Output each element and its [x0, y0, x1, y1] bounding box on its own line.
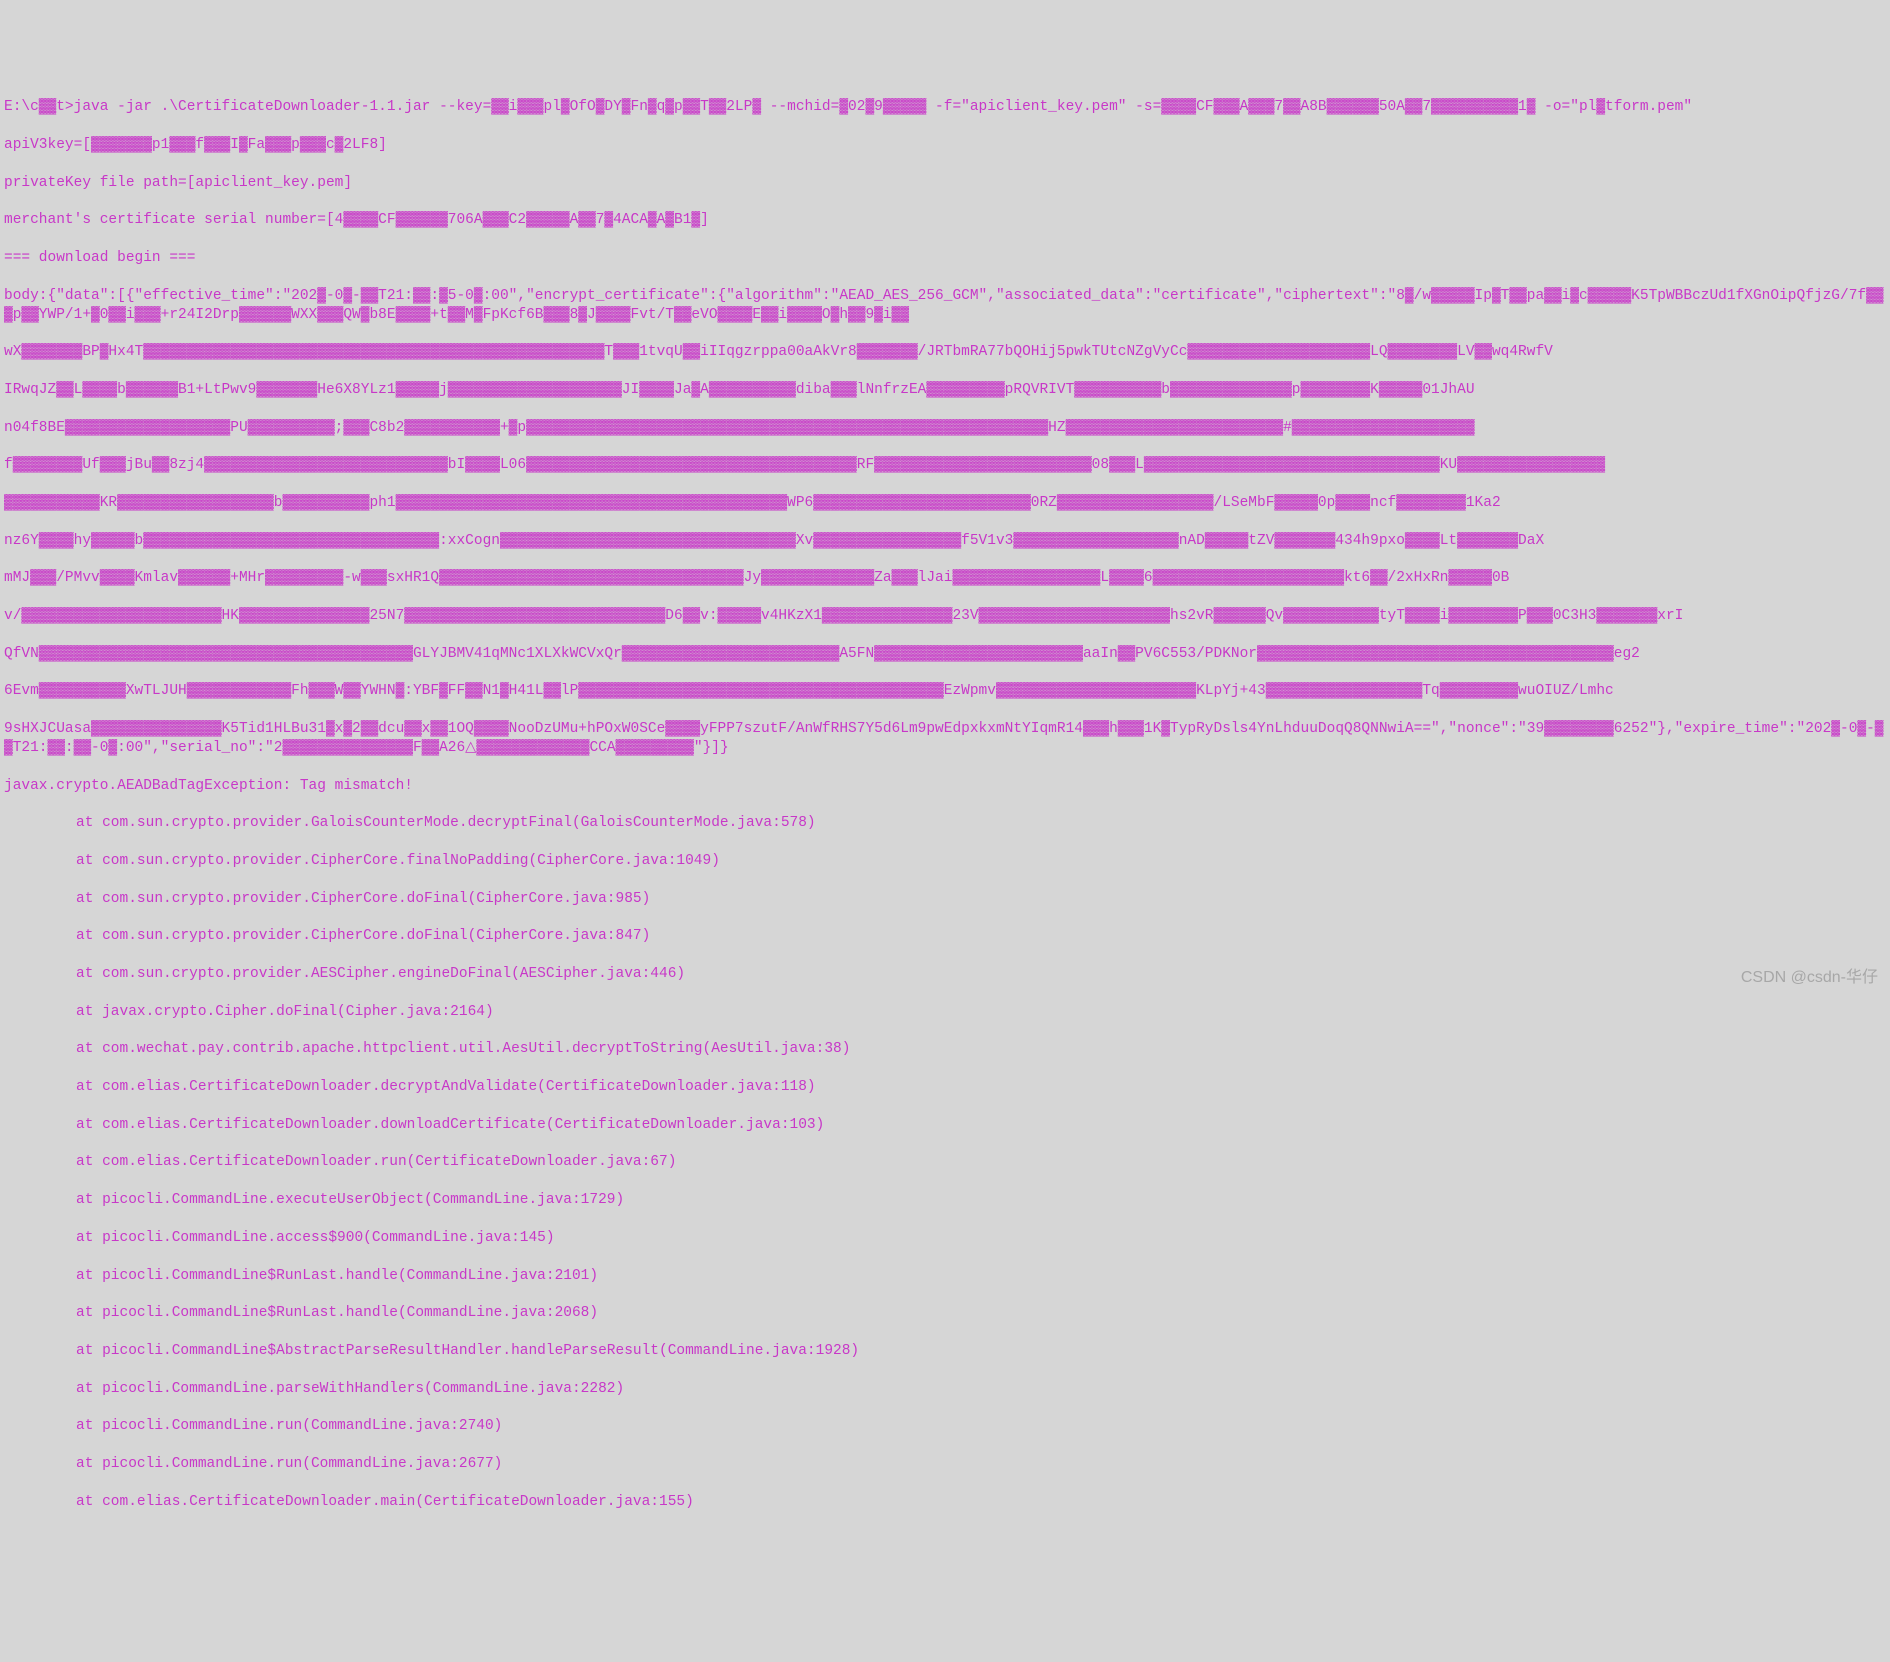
stack-trace-line: at com.elias.CertificateDownloader.run(C…	[4, 1153, 1886, 1172]
merchant-cert-line: merchant's certificate serial number=[4▓…	[4, 211, 1886, 230]
download-begin-line: === download begin ===	[4, 249, 1886, 268]
stack-trace-line: at com.sun.crypto.provider.CipherCore.fi…	[4, 852, 1886, 871]
watermark: CSDN @csdn-华仔	[1741, 968, 1878, 989]
body-blur-line-5: ▓▓▓▓▓▓▓▓▓▓▓KR▓▓▓▓▓▓▓▓▓▓▓▓▓▓▓▓▓▓b▓▓▓▓▓▓▓▓…	[4, 494, 1886, 513]
body-blur-line-4: f▓▓▓▓▓▓▓▓Uf▓▓▓jBu▓▓8zj4▓▓▓▓▓▓▓▓▓▓▓▓▓▓▓▓▓…	[4, 456, 1886, 475]
stack-trace-line: at com.sun.crypto.provider.CipherCore.do…	[4, 890, 1886, 909]
stack-trace-line: at com.elias.CertificateDownloader.main(…	[4, 1493, 1886, 1512]
body-blur-line-9: QfVN▓▓▓▓▓▓▓▓▓▓▓▓▓▓▓▓▓▓▓▓▓▓▓▓▓▓▓▓▓▓▓▓▓▓▓▓…	[4, 645, 1886, 664]
exception-line: javax.crypto.AEADBadTagException: Tag mi…	[4, 777, 1886, 796]
body-blur-line-6: nz6Y▓▓▓▓hy▓▓▓▓▓b▓▓▓▓▓▓▓▓▓▓▓▓▓▓▓▓▓▓▓▓▓▓▓▓…	[4, 532, 1886, 551]
stack-trace-line: at com.sun.crypto.provider.CipherCore.do…	[4, 927, 1886, 946]
stack-trace-line: at picocli.CommandLine$RunLast.handle(Co…	[4, 1267, 1886, 1286]
stack-trace-line: at com.sun.crypto.provider.GaloisCounter…	[4, 814, 1886, 833]
stack-trace-line: at picocli.CommandLine.parseWithHandlers…	[4, 1380, 1886, 1399]
stack-trace-line: at com.sun.crypto.provider.AESCipher.eng…	[4, 965, 1886, 984]
stack-trace-line: at picocli.CommandLine$AbstractParseResu…	[4, 1342, 1886, 1361]
stack-trace-line: at javax.crypto.Cipher.doFinal(Cipher.ja…	[4, 1003, 1886, 1022]
body-blur-line-8: v/▓▓▓▓▓▓▓▓▓▓▓▓▓▓▓▓▓▓▓▓▓▓▓HK▓▓▓▓▓▓▓▓▓▓▓▓▓…	[4, 607, 1886, 626]
body-blur-line-2: IRwqJZ▓▓L▓▓▓▓b▓▓▓▓▓▓B1+LtPwv9▓▓▓▓▓▓▓He6X…	[4, 381, 1886, 400]
stack-trace-line: at com.wechat.pay.contrib.apache.httpcli…	[4, 1040, 1886, 1059]
body-start-line: body:{"data":[{"effective_time":"202▓-0▓…	[4, 287, 1886, 325]
body-blur-line-10: 6Evm▓▓▓▓▓▓▓▓▓▓XwTLJUH▓▓▓▓▓▓▓▓▓▓▓▓Fh▓▓▓W▓…	[4, 682, 1886, 701]
stack-trace-line: at picocli.CommandLine$RunLast.handle(Co…	[4, 1304, 1886, 1323]
command-line: E:\c▓▓t>java -jar .\CertificateDownloade…	[4, 98, 1886, 117]
private-key-line: privateKey file path=[apiclient_key.pem]	[4, 174, 1886, 193]
stack-trace-line: at picocli.CommandLine.run(CommandLine.j…	[4, 1455, 1886, 1474]
body-end-line: 9sHXJCUasa▓▓▓▓▓▓▓▓▓▓▓▓▓▓▓K5Tid1HLBu31▓x▓…	[4, 720, 1886, 758]
body-blur-line-7: mMJ▓▓▓/PMvv▓▓▓▓Kmlav▓▓▓▓▓▓+MHr▓▓▓▓▓▓▓▓▓-…	[4, 569, 1886, 588]
stack-trace-line: at com.elias.CertificateDownloader.downl…	[4, 1116, 1886, 1135]
body-blur-line-1: wX▓▓▓▓▓▓▓BP▓Hx4T▓▓▓▓▓▓▓▓▓▓▓▓▓▓▓▓▓▓▓▓▓▓▓▓…	[4, 343, 1886, 362]
stack-trace-line: at picocli.CommandLine.access$900(Comman…	[4, 1229, 1886, 1248]
apiv3key-line: apiV3key=[▓▓▓▓▓▓▓p1▓▓▓f▓▓▓I▓Fa▓▓▓p▓▓▓c▓2…	[4, 136, 1886, 155]
stack-trace-line: at picocli.CommandLine.executeUserObject…	[4, 1191, 1886, 1210]
stack-trace-line: at com.elias.CertificateDownloader.decry…	[4, 1078, 1886, 1097]
terminal-output: E:\c▓▓t>java -jar .\CertificateDownloade…	[4, 79, 1886, 1530]
body-blur-line-3: n04f8BE▓▓▓▓▓▓▓▓▓▓▓▓▓▓▓▓▓▓▓PU▓▓▓▓▓▓▓▓▓▓;▓…	[4, 419, 1886, 438]
stack-trace-line: at picocli.CommandLine.run(CommandLine.j…	[4, 1417, 1886, 1436]
